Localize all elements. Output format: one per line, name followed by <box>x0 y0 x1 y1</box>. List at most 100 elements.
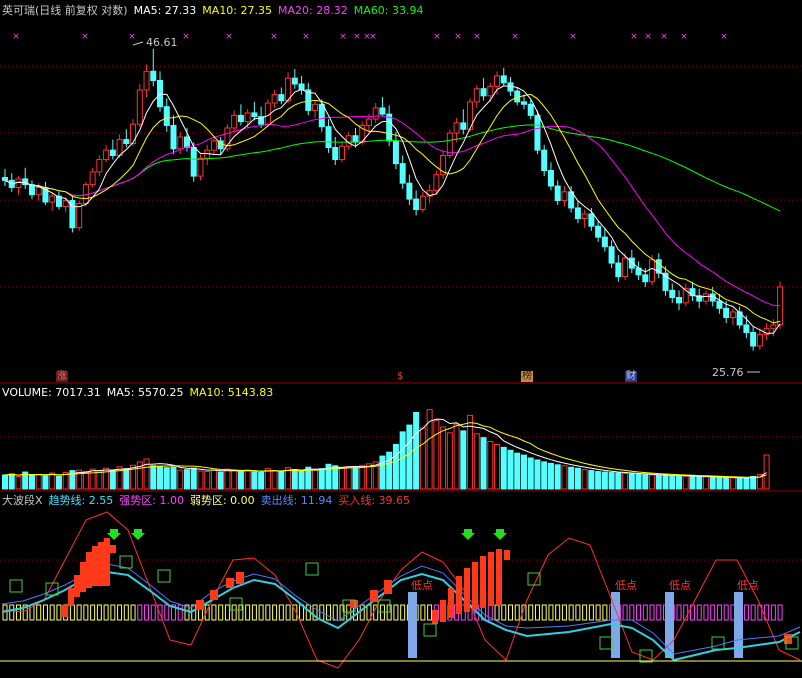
zone-bar <box>76 604 82 621</box>
zone-bar <box>636 604 642 621</box>
low-point-bar <box>665 592 674 658</box>
ma60-label: MA60: 33.94 <box>353 4 424 17</box>
candle <box>190 146 197 177</box>
volume-bar <box>494 443 501 490</box>
momentum-block <box>92 546 98 586</box>
momentum-block <box>98 542 104 586</box>
candle <box>2 177 8 181</box>
volume-bar <box>352 467 359 490</box>
zone-bar <box>656 604 662 621</box>
candle <box>332 146 339 161</box>
volume-bar <box>406 424 413 490</box>
trend-label: 趋势线: 2.55 <box>48 494 114 507</box>
signal-marker: × <box>433 32 441 42</box>
candle <box>729 311 736 318</box>
zone-bar <box>258 604 264 621</box>
zone-bar <box>144 604 150 621</box>
zone-bar <box>117 604 123 621</box>
volume-bar <box>534 459 541 490</box>
volume-bar <box>642 474 649 490</box>
event-tag-rank[interactable]: 榜 <box>521 371 533 382</box>
zone-bar <box>494 604 500 621</box>
volume-bar <box>244 469 251 490</box>
sell-arrow-icon <box>131 529 145 540</box>
candle <box>413 198 420 210</box>
volume-bar <box>473 433 480 490</box>
candle <box>750 332 757 347</box>
signal-marker: × <box>353 32 361 42</box>
momentum-block <box>104 538 110 586</box>
zone-bar <box>501 604 507 621</box>
candle <box>130 123 137 145</box>
volume-bar <box>217 471 224 490</box>
volume-bar <box>635 473 642 490</box>
candle <box>15 178 22 188</box>
volume-bar <box>440 426 447 490</box>
stock-chart[interactable]: × × × × × × × × × ×× × × × × × × × × × × <box>0 0 802 678</box>
volume-bar <box>763 454 770 490</box>
momentum-block <box>110 545 116 553</box>
volume-bar <box>271 470 278 490</box>
signal-marker: × <box>182 32 190 42</box>
zone-bar <box>218 604 224 621</box>
sell-arrow-icon <box>493 529 507 540</box>
candle <box>628 257 635 269</box>
volume-bar <box>15 475 22 490</box>
zone-bar <box>770 604 776 621</box>
volume-bar <box>655 474 662 490</box>
candle <box>487 85 494 97</box>
zone-bar <box>90 604 96 621</box>
zone-bar <box>251 604 257 621</box>
candle <box>581 213 588 220</box>
candle <box>170 124 177 150</box>
candle <box>157 79 164 108</box>
zone-bar <box>245 604 251 621</box>
volume-bar <box>514 452 521 490</box>
zone-bar <box>110 604 116 621</box>
zone-bar <box>130 604 136 621</box>
event-tag-dollar[interactable]: $ <box>396 371 404 382</box>
candle <box>35 186 42 196</box>
event-tag-finance[interactable]: 财 <box>625 371 637 382</box>
candle <box>163 106 170 126</box>
momentum-block <box>504 550 510 560</box>
candle <box>96 159 103 173</box>
volume-bar <box>359 464 366 490</box>
sell-label: 卖出线: 11.94 <box>260 494 333 507</box>
candle <box>339 145 345 161</box>
candle <box>150 70 157 81</box>
volume-bar <box>649 474 656 490</box>
volume-bar <box>716 476 723 490</box>
volume-bar <box>170 466 177 490</box>
momentum-block <box>456 576 462 614</box>
zone-bar <box>534 604 540 621</box>
candle <box>177 136 184 150</box>
signal-marker: × <box>569 32 577 42</box>
ma5-line <box>4 85 781 334</box>
volume-bar <box>251 471 258 490</box>
signal-marker: × <box>12 32 20 42</box>
momentum-block <box>480 556 486 608</box>
zone-bar <box>750 604 756 621</box>
volume-bar <box>622 473 629 490</box>
volume-bar <box>210 469 217 490</box>
volume-bar <box>183 469 190 490</box>
signal-box <box>423 623 437 637</box>
buy-label: 买入线: 39.65 <box>338 494 411 507</box>
momentum-block <box>384 580 392 594</box>
signal-marker: × <box>473 32 481 42</box>
ma10-label: MA10: 27.35 <box>202 4 273 17</box>
candle <box>716 300 723 309</box>
candle <box>136 89 143 125</box>
zone-bar <box>743 604 749 621</box>
momentum-block <box>440 600 446 622</box>
signal-marker: × <box>128 32 136 42</box>
signal-marker: × <box>720 32 728 42</box>
candle <box>588 213 595 227</box>
volume-bar <box>433 419 440 490</box>
candle <box>197 157 204 177</box>
candle <box>615 262 622 278</box>
volume-bar <box>723 477 730 490</box>
volume-bar <box>190 467 197 490</box>
event-tag-rise[interactable]: 涨 <box>56 371 68 382</box>
